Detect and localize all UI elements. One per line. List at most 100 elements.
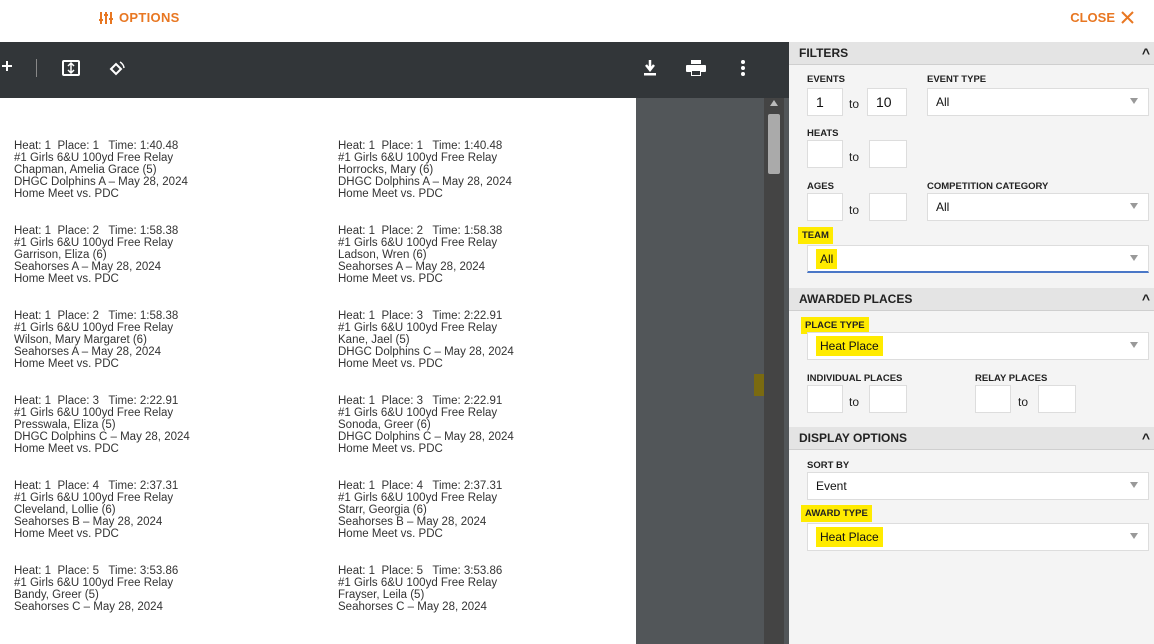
record-line: Home Meet vs. PDC xyxy=(338,358,443,370)
awarded-places-header[interactable]: AWARDED PLACES ^ xyxy=(789,288,1154,311)
record-line: Heat: 1 Place: 5 Time: 3:53.86 xyxy=(14,565,179,577)
close-label: CLOSE xyxy=(1070,10,1115,25)
sort-by-value: Event xyxy=(816,479,847,493)
chevron-down-icon xyxy=(1130,255,1138,261)
relay-to-input[interactable] xyxy=(1038,385,1076,413)
record-line: Bandy, Greer (5) xyxy=(14,589,99,601)
individual-to-input[interactable] xyxy=(869,385,907,413)
record-line: Ladson, Wren (6) xyxy=(338,249,427,261)
record-block: Heat: 1 Place: 4 Time: 2:37.31 #1 Girls 6… xyxy=(338,480,502,540)
record-line: #1 Girls 6&U 100yd Free Relay xyxy=(338,152,498,164)
record-line: #1 Girls 6&U 100yd Free Relay xyxy=(14,237,174,249)
options-panel: FILTERS ^ EVENTS EVENT TYPE 1 to 10 All … xyxy=(789,42,1154,644)
record-line: Seahorses A – May 28, 2024 xyxy=(338,261,486,273)
close-button[interactable]: CLOSE xyxy=(1070,10,1134,25)
record-line: #1 Girls 6&U 100yd Free Relay xyxy=(338,237,498,249)
record-line: Wilson, Mary Margaret (6) xyxy=(14,334,147,346)
record-line: Heat: 1 Place: 3 Time: 2:22.91 xyxy=(14,395,179,407)
chevron-up-icon[interactable]: ^ xyxy=(1142,427,1150,449)
record-line: Kane, Jael (5) xyxy=(338,334,410,346)
record-block: Heat: 1 Place: 3 Time: 2:22.91 #1 Girls 6… xyxy=(14,395,190,455)
team-label-text: TEAM xyxy=(798,227,833,244)
place-type-select[interactable]: Heat Place xyxy=(807,332,1149,360)
record-line: Home Meet vs. PDC xyxy=(14,188,119,200)
options-button[interactable]: OPTIONS xyxy=(99,10,180,25)
place-type-value: Heat Place xyxy=(816,336,883,356)
team-label: TEAM xyxy=(798,227,833,244)
record-line: Seahorses B – May 28, 2024 xyxy=(338,516,487,528)
sort-by-select[interactable]: Event xyxy=(807,472,1149,500)
sliders-icon xyxy=(99,11,113,24)
record-line: Seahorses A – May 28, 2024 xyxy=(14,346,162,358)
ages-label: AGES xyxy=(807,181,834,192)
fit-page-icon[interactable] xyxy=(62,60,80,76)
filters-header[interactable]: FILTERS ^ xyxy=(789,42,1154,65)
to-label: to xyxy=(849,97,860,111)
record-line: Seahorses B – May 28, 2024 xyxy=(14,516,163,528)
place-type-label: PLACE TYPE xyxy=(801,317,869,334)
record-line: Starr, Georgia (6) xyxy=(338,504,427,516)
record-block: Heat: 1 Place: 1 Time: 1:40.48 #1 Girls 6… xyxy=(338,140,512,200)
event-type-select[interactable]: All xyxy=(927,88,1149,116)
record-line: Sonoda, Greer (6) xyxy=(338,419,431,431)
scrollbar-thumb[interactable] xyxy=(768,114,780,174)
display-options-title: DISPLAY OPTIONS xyxy=(799,431,908,445)
toolbar-divider xyxy=(36,59,37,77)
competition-category-select[interactable]: All xyxy=(927,193,1149,221)
heats-to-input[interactable] xyxy=(869,140,907,168)
competition-category-label: COMPETITION CATEGORY xyxy=(927,181,1049,192)
events-from-input[interactable]: 1 xyxy=(807,88,843,116)
print-icon[interactable] xyxy=(686,60,706,76)
top-bar: OPTIONS CLOSE xyxy=(0,0,1154,42)
team-select[interactable]: All xyxy=(807,245,1149,273)
record-line: Home Meet vs. PDC xyxy=(14,528,119,540)
record-line: Home Meet vs. PDC xyxy=(338,273,443,285)
viewer-scrollbar[interactable] xyxy=(764,98,784,644)
ages-from-input[interactable] xyxy=(807,193,843,221)
record-block: Heat: 1 Place: 2 Time: 1:58.38 #1 Girls 6… xyxy=(14,310,178,370)
download-icon[interactable] xyxy=(643,60,657,76)
chevron-up-icon[interactable]: ^ xyxy=(1142,42,1150,64)
record-line: Home Meet vs. PDC xyxy=(14,358,119,370)
display-options-header[interactable]: DISPLAY OPTIONS ^ xyxy=(789,427,1154,450)
record-line: Chapman, Amelia Grace (5) xyxy=(14,164,157,176)
ages-to-input[interactable] xyxy=(869,193,907,221)
heats-from-input[interactable] xyxy=(807,140,843,168)
individual-from-input[interactable] xyxy=(807,385,843,413)
pdf-page: Heat: 1 Place: 1 Time: 1:40.48 #1 Girls 6… xyxy=(0,98,636,644)
more-options-icon[interactable] xyxy=(741,60,745,76)
to-label: to xyxy=(849,395,860,409)
award-type-select[interactable]: Heat Place xyxy=(807,523,1149,551)
chevron-down-icon xyxy=(1130,482,1138,488)
record-line: Home Meet vs. PDC xyxy=(338,528,443,540)
record-line: #1 Girls 6&U 100yd Free Relay xyxy=(338,492,498,504)
record-line: #1 Girls 6&U 100yd Free Relay xyxy=(338,407,498,419)
record-line: Garrison, Eliza (6) xyxy=(14,249,107,261)
events-to-input[interactable]: 10 xyxy=(867,88,907,116)
record-line: Home Meet vs. PDC xyxy=(14,273,119,285)
record-line: Seahorses C – May 28, 2024 xyxy=(338,601,487,613)
chevron-down-icon xyxy=(1130,203,1138,209)
options-label: OPTIONS xyxy=(119,10,180,25)
rotate-icon[interactable] xyxy=(106,60,126,78)
record-line: Heat: 1 Place: 2 Time: 1:58.38 xyxy=(14,225,179,237)
record-line: Heat: 1 Place: 1 Time: 1:40.48 xyxy=(14,140,179,152)
close-icon xyxy=(1121,11,1134,24)
record-line: #1 Girls 6&U 100yd Free Relay xyxy=(14,322,174,334)
zoom-in-icon[interactable] xyxy=(2,60,14,72)
record-line: Heat: 1 Place: 4 Time: 2:37.31 xyxy=(338,480,503,492)
record-block: Heat: 1 Place: 4 Time: 2:37.31 #1 Girls 6… xyxy=(14,480,178,540)
chevron-up-icon[interactable]: ^ xyxy=(1142,288,1150,310)
record-line: Heat: 1 Place: 3 Time: 2:22.91 xyxy=(338,395,503,407)
record-line: DHGC Dolphins A – May 28, 2024 xyxy=(338,176,512,188)
scroll-up-icon[interactable] xyxy=(770,100,778,106)
record-line: Home Meet vs. PDC xyxy=(338,443,443,455)
record-block: Heat: 1 Place: 1 Time: 1:40.48 #1 Girls 6… xyxy=(14,140,188,200)
record-block: Heat: 1 Place: 3 Time: 2:22.91 #1 Girls 6… xyxy=(338,395,514,455)
award-type-label: AWARD TYPE xyxy=(801,505,872,522)
record-block: Heat: 1 Place: 2 Time: 1:58.38 #1 Girls 6… xyxy=(14,225,178,285)
record-line: Home Meet vs. PDC xyxy=(338,188,443,200)
record-line: Heat: 1 Place: 2 Time: 1:58.38 xyxy=(338,225,503,237)
relay-from-input[interactable] xyxy=(975,385,1011,413)
record-line: #1 Girls 6&U 100yd Free Relay xyxy=(338,322,498,334)
